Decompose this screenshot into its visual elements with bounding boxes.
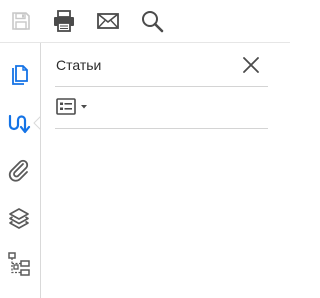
layers-icon[interactable] xyxy=(4,203,34,233)
panel-divider xyxy=(55,86,268,87)
articles-icon[interactable] xyxy=(4,109,34,139)
chevron-down-icon xyxy=(81,105,87,109)
panel-divider xyxy=(55,128,268,129)
navigation-rail xyxy=(0,43,40,298)
save-icon[interactable] xyxy=(8,8,34,34)
email-icon[interactable] xyxy=(95,8,121,34)
top-toolbar xyxy=(0,0,290,42)
panel-title: Статьи xyxy=(56,57,102,73)
close-icon[interactable] xyxy=(240,54,262,76)
panel-options-button[interactable] xyxy=(55,96,95,118)
search-icon[interactable] xyxy=(139,8,165,34)
print-icon[interactable] xyxy=(51,8,77,34)
pages-icon[interactable] xyxy=(4,61,34,91)
articles-panel: Статьи xyxy=(41,43,290,298)
list-options-icon xyxy=(56,98,87,115)
attachments-icon[interactable] xyxy=(4,156,34,186)
structure-icon[interactable] xyxy=(4,249,34,279)
